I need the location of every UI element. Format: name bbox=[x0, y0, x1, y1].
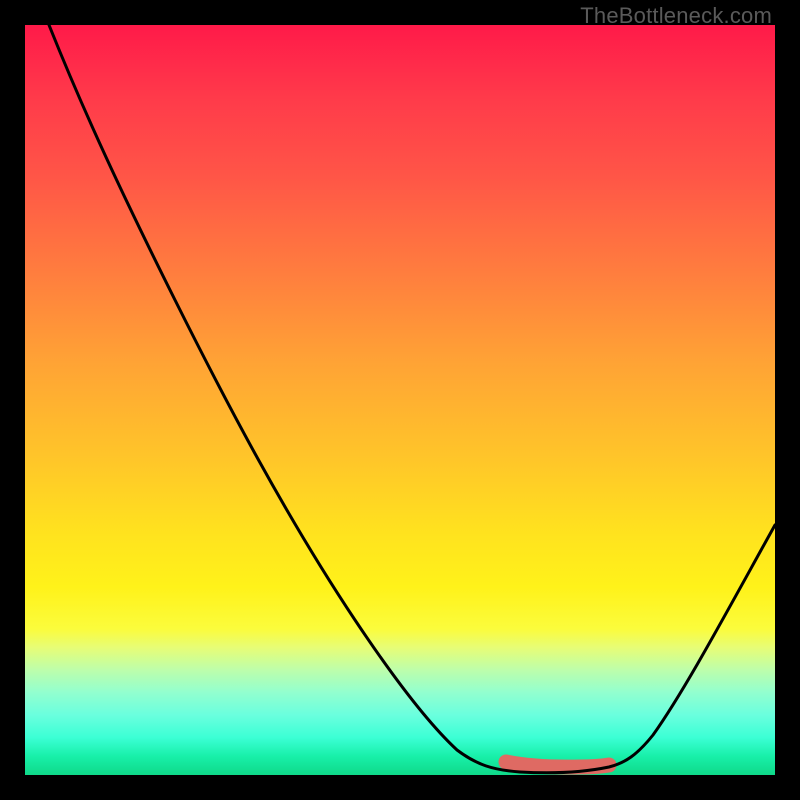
chart-frame: TheBottleneck.com bbox=[0, 0, 800, 800]
bottleneck-curve bbox=[49, 25, 775, 773]
plot-area bbox=[25, 25, 775, 775]
curve-layer bbox=[25, 25, 775, 775]
highlight-segment bbox=[506, 762, 609, 767]
